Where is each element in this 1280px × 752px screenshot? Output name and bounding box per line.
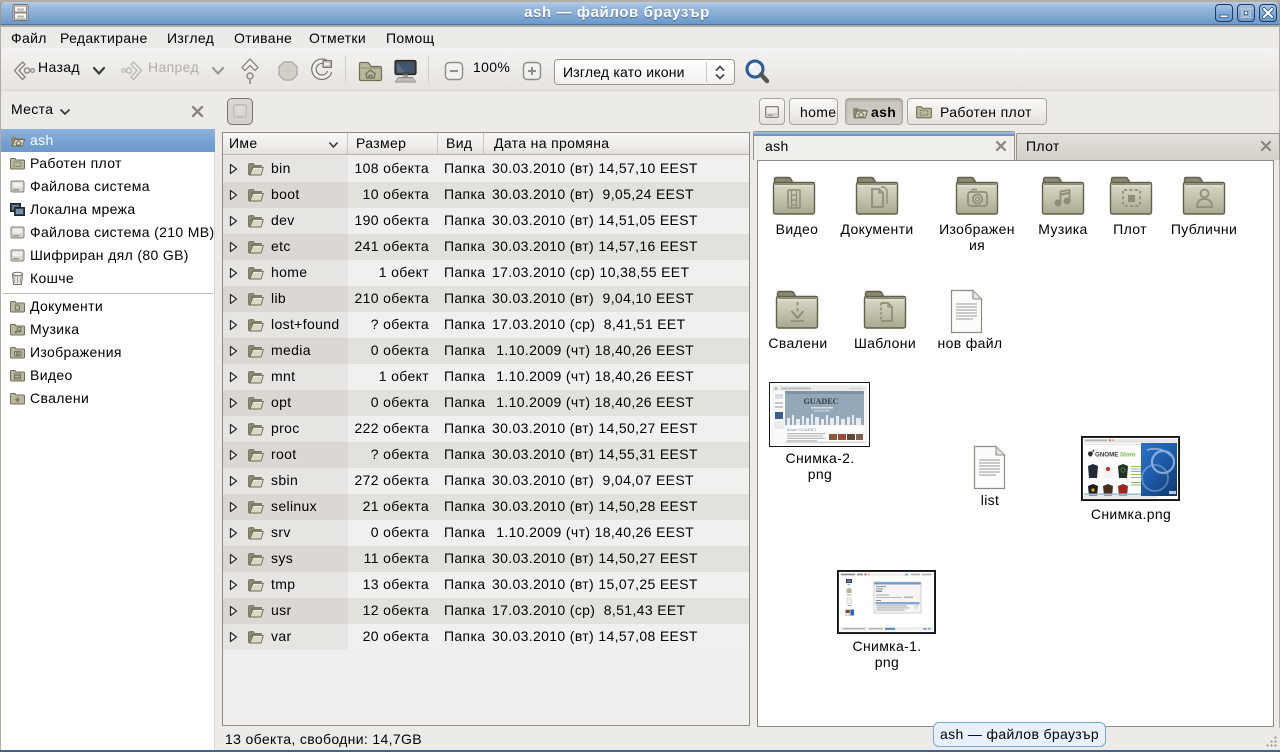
svg-text:Store: Store — [1120, 453, 1136, 459]
svg-text:About GUADEC: About GUADEC — [787, 428, 816, 432]
svg-text:GNOME: GNOME — [1095, 452, 1118, 459]
svg-text:GUADEC: GUADEC — [804, 397, 839, 406]
